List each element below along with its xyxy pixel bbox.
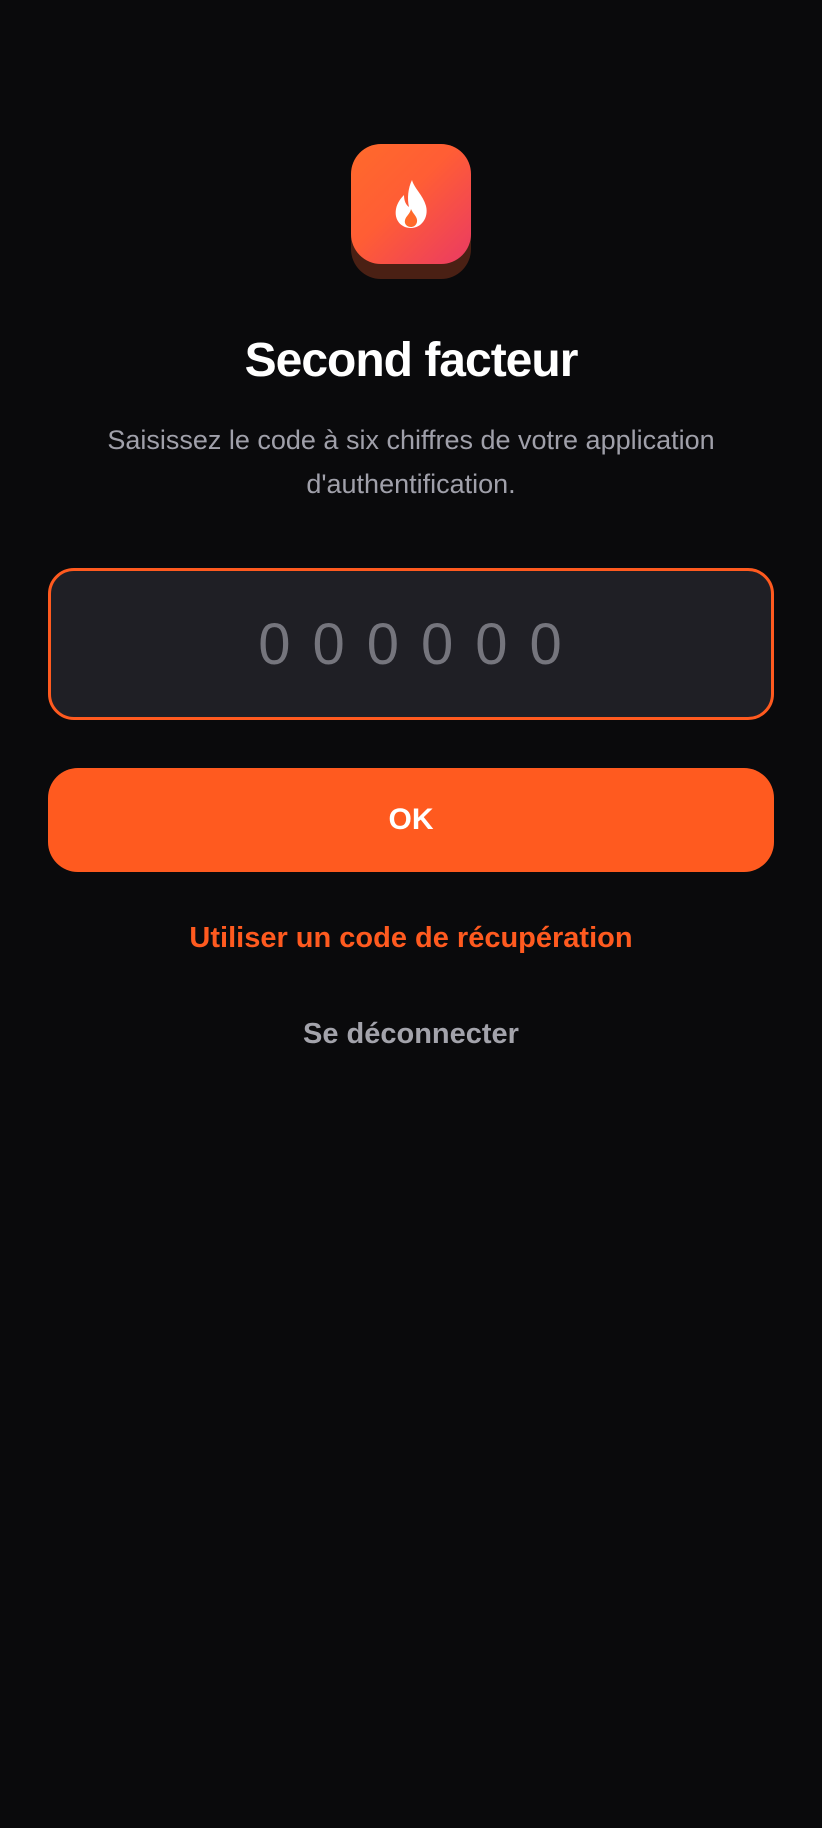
ok-button[interactable]: OK xyxy=(48,768,774,872)
code-input-box[interactable] xyxy=(48,568,774,720)
recovery-code-link[interactable]: Utiliser un code de récupération xyxy=(0,922,822,955)
two-factor-screen: Second facteur Saisissez le code à six c… xyxy=(0,0,822,1828)
page-subtitle: Saisissez le code à six chiffres de votr… xyxy=(107,425,715,499)
app-logo-face xyxy=(351,144,471,264)
code-input[interactable] xyxy=(51,571,771,717)
flame-icon xyxy=(395,180,427,228)
logout-link[interactable]: Se déconnecter xyxy=(0,1018,822,1051)
page-title: Second facteur xyxy=(244,334,579,387)
app-logo xyxy=(351,144,471,279)
